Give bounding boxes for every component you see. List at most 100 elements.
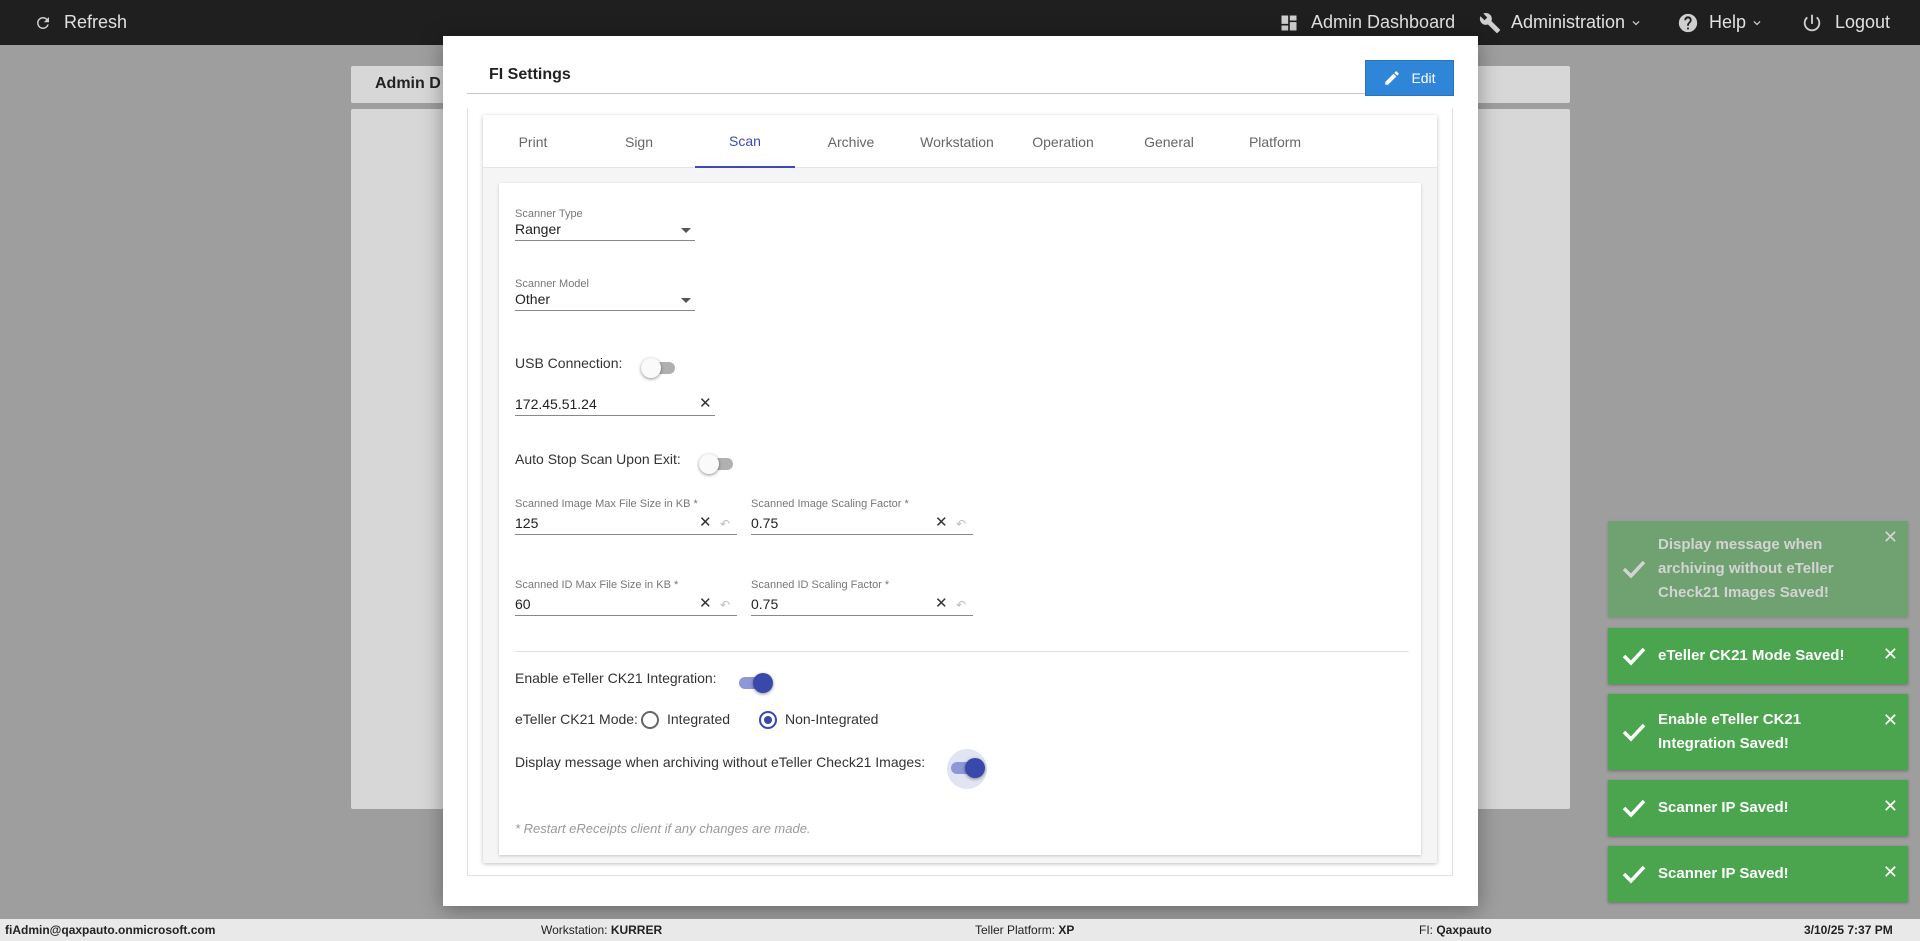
refresh-label: Refresh: [64, 12, 128, 32]
dropdown-arrow-icon: [681, 298, 691, 303]
background-page-title: Admin D: [375, 75, 441, 92]
ck21-mode-non-integrated-radio[interactable]: [759, 711, 777, 729]
scanner-ip-value: 172.45.51.24: [515, 396, 597, 412]
usb-connection-toggle[interactable]: [641, 358, 677, 378]
close-icon[interactable]: ✕: [1883, 710, 1898, 731]
ck21-mode-label: eTeller CK21 Mode:: [515, 711, 638, 727]
dialog-header: FI Settings: [467, 60, 1453, 94]
undo-icon[interactable]: ↶: [720, 599, 730, 611]
wrench-icon: [1479, 12, 1501, 33]
tab-scan[interactable]: Scan: [695, 115, 795, 168]
footer-platform: Teller Platform: XP: [975, 923, 1074, 937]
tab-general[interactable]: General: [1119, 115, 1219, 168]
toast-message: eTeller CK21 Mode Saved!: [1658, 647, 1845, 664]
footer-fi: FI: Qaxpauto: [1419, 923, 1492, 937]
footer-workstation: Workstation: KURRER: [541, 923, 662, 937]
close-icon[interactable]: ✕: [1883, 644, 1898, 665]
toast-notification: eTeller CK21 Mode Saved! ✕: [1608, 628, 1908, 684]
image-max-size-label: Scanned Image Max File Size in KB *: [515, 498, 698, 510]
check-icon: [1622, 799, 1646, 818]
enable-ck21-label: Enable eTeller CK21 Integration:: [515, 670, 717, 686]
undo-icon[interactable]: ↶: [956, 599, 966, 611]
image-max-size-input[interactable]: 125 ✕ ↶: [515, 513, 737, 535]
clear-icon[interactable]: ✕: [699, 396, 712, 411]
auto-stop-toggle[interactable]: [699, 454, 735, 474]
help-label: Help: [1709, 12, 1747, 32]
image-scaling-value: 0.75: [751, 515, 779, 531]
check-icon: [1622, 865, 1646, 884]
toast-message: Enable eTeller CK21 Integration Saved!: [1658, 711, 1802, 752]
workstation-label: Workstation:: [541, 923, 608, 937]
id-max-size-input[interactable]: 60 ✕ ↶: [515, 594, 737, 616]
toast-notification: Enable eTeller CK21 Integration Saved! ✕: [1608, 694, 1908, 770]
auto-stop-label: Auto Stop Scan Upon Exit:: [515, 451, 681, 467]
enable-ck21-toggle[interactable]: [737, 673, 773, 693]
toast-notification: Scanner IP Saved! ✕: [1608, 846, 1908, 902]
fi-label: FI:: [1419, 923, 1433, 937]
tab-workstation[interactable]: Workstation: [907, 115, 1007, 168]
refresh-icon: [37, 16, 49, 29]
logout-button[interactable]: Logout: [1801, 0, 1890, 45]
fi-value: Qaxpauto: [1436, 923, 1492, 937]
administration-label: Administration: [1511, 12, 1626, 32]
check-icon: [1622, 723, 1646, 742]
section-divider: [515, 651, 1409, 652]
scanner-type-select[interactable]: Ranger: [515, 221, 695, 241]
tab-operation[interactable]: Operation: [1013, 115, 1113, 168]
usb-connection-label: USB Connection:: [515, 355, 623, 371]
clear-icon[interactable]: ✕: [699, 596, 712, 611]
administration-menu[interactable]: Administration: [1479, 0, 1643, 45]
settings-tabs-card: Print Sign Scan Archive Workstation Oper…: [483, 115, 1437, 863]
dropdown-arrow-icon: [681, 228, 691, 233]
ck21-mode-non-integrated-label: Non-Integrated: [785, 711, 879, 727]
restart-note: * Restart eReceipts client if any change…: [515, 821, 811, 836]
tab-platform[interactable]: Platform: [1225, 115, 1325, 168]
clear-icon[interactable]: ✕: [699, 515, 712, 530]
close-icon[interactable]: ✕: [1883, 796, 1898, 817]
image-max-size-value: 125: [515, 515, 539, 531]
ck21-mode-integrated-radio[interactable]: [641, 711, 659, 729]
toggle-thumb: [753, 673, 773, 693]
tab-bar: Print Sign Scan Archive Workstation Oper…: [483, 115, 1437, 168]
check-icon: [1622, 647, 1646, 666]
display-message-toggle[interactable]: [949, 758, 985, 778]
check-icon: [1622, 560, 1646, 579]
close-icon[interactable]: ✕: [1883, 862, 1898, 883]
help-menu[interactable]: Help: [1677, 0, 1764, 45]
undo-icon[interactable]: ↶: [720, 518, 730, 530]
close-icon[interactable]: ✕: [1883, 527, 1898, 548]
scanner-model-value: Other: [515, 291, 551, 307]
clear-icon[interactable]: ✕: [935, 515, 948, 530]
display-message-label: Display message when archiving without e…: [515, 754, 926, 770]
scanner-model-select[interactable]: Other: [515, 291, 695, 311]
edit-button[interactable]: Edit: [1365, 60, 1454, 96]
tab-archive[interactable]: Archive: [801, 115, 901, 168]
edit-label: Edit: [1411, 70, 1436, 86]
help-icon: [1678, 13, 1698, 32]
tab-sign[interactable]: Sign: [589, 115, 689, 168]
scanner-type-label: Scanner Type: [515, 208, 583, 220]
clear-icon[interactable]: ✕: [935, 596, 948, 611]
id-max-size-label: Scanned ID Max File Size in KB *: [515, 579, 679, 591]
ck21-mode-integrated-label: Integrated: [667, 711, 731, 727]
scanner-model-label: Scanner Model: [515, 278, 589, 290]
image-scaling-input[interactable]: 0.75 ✕ ↶: [751, 513, 973, 535]
toast-notification: Display message when archiving without e…: [1608, 521, 1908, 617]
id-scaling-label: Scanned ID Scaling Factor *: [751, 579, 890, 591]
toast-message: Display message when archiving without e…: [1658, 536, 1834, 601]
toast-message: Scanner IP Saved!: [1658, 799, 1789, 816]
id-scaling-input[interactable]: 0.75 ✕ ↶: [751, 594, 973, 616]
toast-notification: Scanner IP Saved! ✕: [1608, 780, 1908, 836]
refresh-button[interactable]: Refresh: [34, 0, 127, 45]
fi-settings-dialog: FI Settings Edit Print Sign Scan Archive…: [443, 36, 1478, 906]
chevron-down-icon: [1632, 20, 1640, 25]
tab-print[interactable]: Print: [483, 115, 583, 168]
footer-user: fiAdmin@qaxpauto.onmicrosoft.com: [5, 923, 216, 937]
scanner-ip-input[interactable]: 172.45.51.24 ✕: [515, 394, 715, 416]
toast-message: Scanner IP Saved!: [1658, 865, 1789, 882]
id-scaling-value: 0.75: [751, 596, 779, 612]
undo-icon[interactable]: ↶: [956, 518, 966, 530]
scanner-type-value: Ranger: [515, 221, 561, 237]
chevron-down-icon: [1753, 20, 1761, 25]
workstation-value: KURRER: [610, 923, 663, 937]
